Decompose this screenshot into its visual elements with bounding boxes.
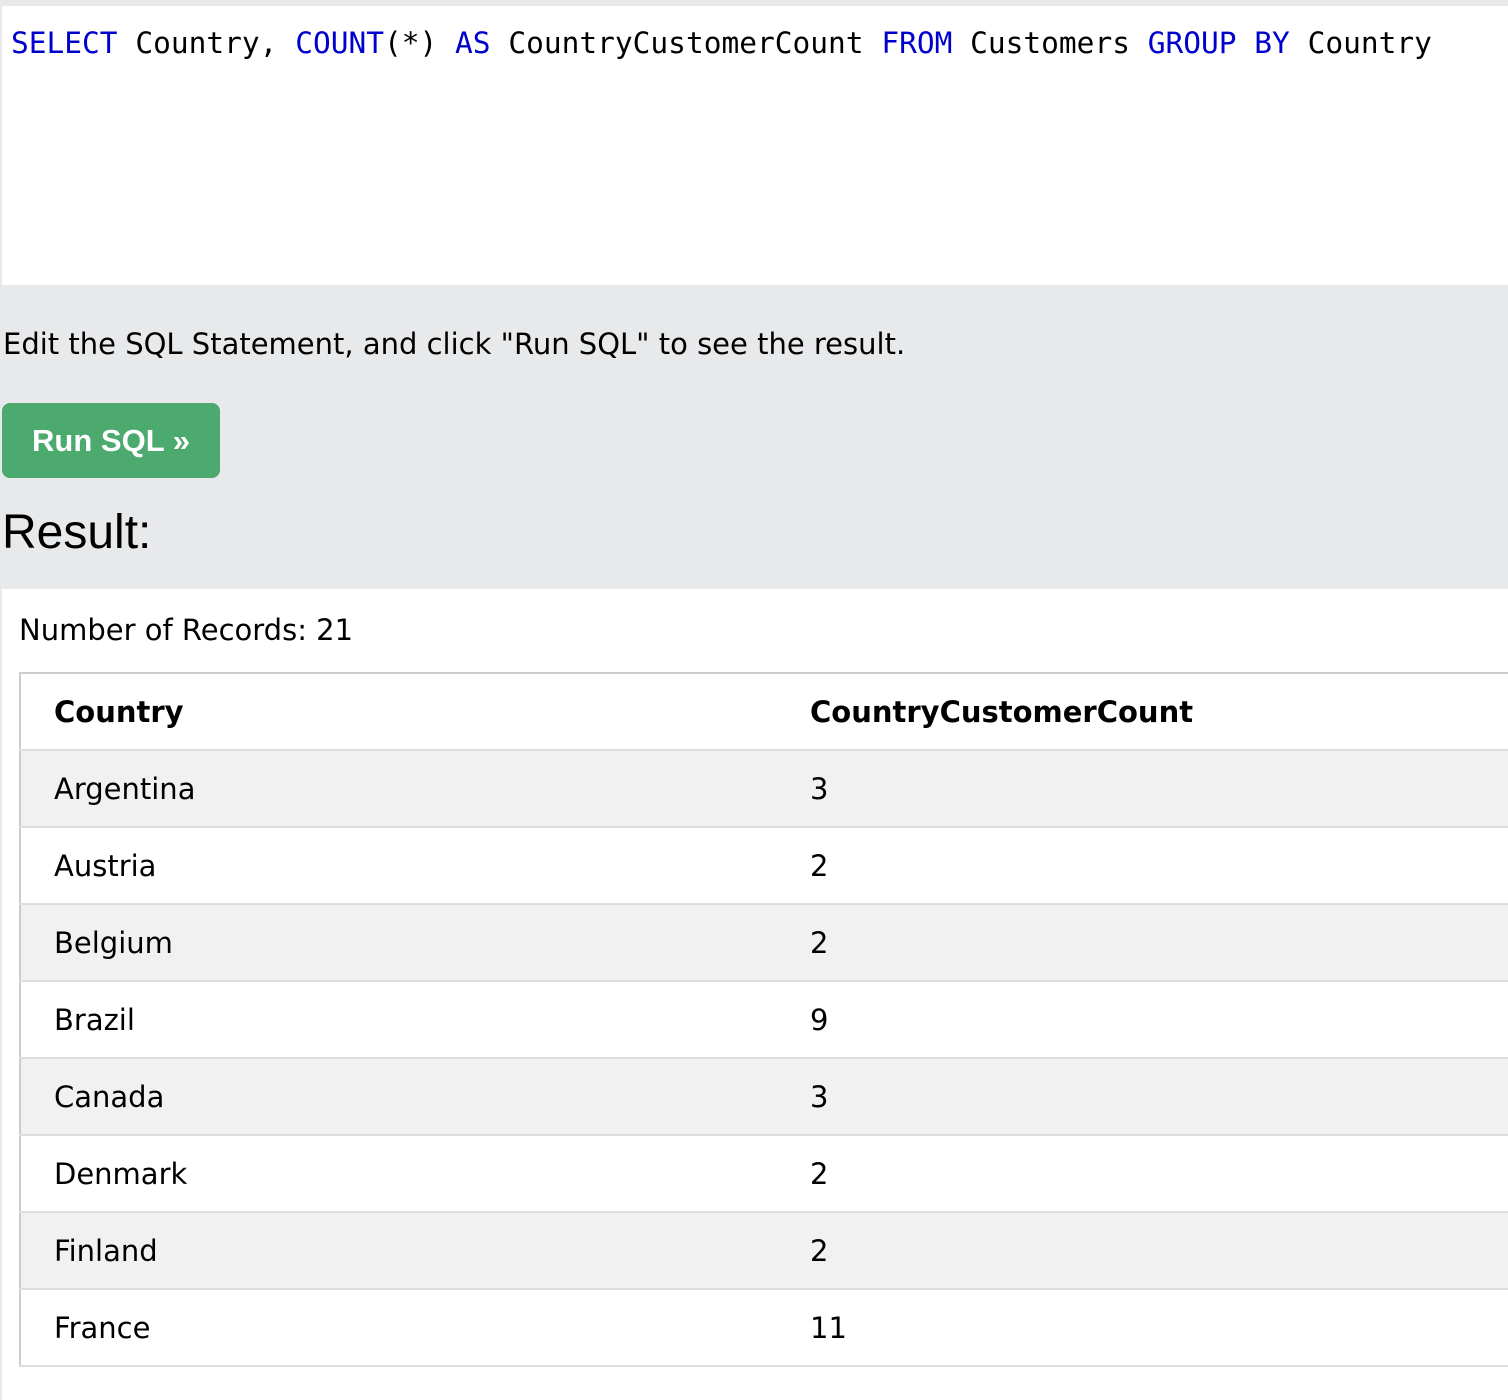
count-cell: 2 <box>778 1135 1508 1213</box>
table-row: Argentina 3 <box>20 750 1508 828</box>
table-row: Canada 3 <box>20 1058 1508 1136</box>
result-panel: Number of Records: 21 Country CountryCus… <box>2 589 1508 1400</box>
country-cell: Canada <box>20 1058 778 1136</box>
run-sql-button[interactable]: Run SQL » <box>2 403 220 478</box>
result-table: Country CountryCustomerCount Argentina 3 A… <box>19 672 1508 1367</box>
country-cell: Argentina <box>20 750 778 828</box>
sql-text: Country, <box>117 26 296 60</box>
table-row: Austria 2 <box>20 827 1508 905</box>
count-cell: 2 <box>778 1212 1508 1290</box>
country-cell: Austria <box>20 827 778 905</box>
record-count: Number of Records: 21 <box>19 613 354 647</box>
count-cell: 2 <box>778 827 1508 905</box>
country-cell: Denmark <box>20 1135 778 1213</box>
column-header-country: Country <box>20 673 778 751</box>
table-header-row: Country CountryCustomerCount <box>20 673 1508 751</box>
country-cell: Belgium <box>20 904 778 982</box>
sql-code[interactable]: SELECT Country, COUNT(*) AS CountryCusto… <box>11 23 1432 63</box>
sql-keyword: FROM <box>881 26 953 60</box>
count-cell: 9 <box>778 981 1508 1059</box>
instructions-text: Edit the SQL Statement, and click "Run S… <box>3 327 906 361</box>
count-cell: 3 <box>778 750 1508 828</box>
country-cell: Brazil <box>20 981 778 1059</box>
sql-text: CountryCustomerCount <box>490 26 882 60</box>
country-cell: France <box>20 1289 778 1367</box>
sql-keyword: SELECT <box>11 26 118 60</box>
table-row: France 11 <box>20 1289 1508 1367</box>
sql-editor[interactable]: SELECT Country, COUNT(*) AS CountryCusto… <box>2 6 1508 285</box>
table-row: Finland 2 <box>20 1212 1508 1290</box>
count-cell: 11 <box>778 1289 1508 1367</box>
sql-text: (*) <box>384 26 456 60</box>
count-cell: 2 <box>778 904 1508 982</box>
table-body: Argentina 3 Austria 2 Belgium 2 Brazil 9 Canada 3… <box>20 750 1508 1367</box>
sql-keyword: AS <box>455 26 491 60</box>
country-cell: Finland <box>20 1212 778 1290</box>
table-row: Brazil 9 <box>20 981 1508 1059</box>
sql-text: Customers <box>952 26 1148 60</box>
table-row: Belgium 2 <box>20 904 1508 982</box>
column-header-count: CountryCustomerCount <box>778 673 1508 751</box>
table-row: Denmark 2 <box>20 1135 1508 1213</box>
result-heading: Result: <box>2 506 152 559</box>
sql-text: Country <box>1289 26 1432 60</box>
sql-keyword: GROUP BY <box>1147 26 1290 60</box>
count-cell: 3 <box>778 1058 1508 1136</box>
sql-keyword: COUNT <box>295 26 384 60</box>
